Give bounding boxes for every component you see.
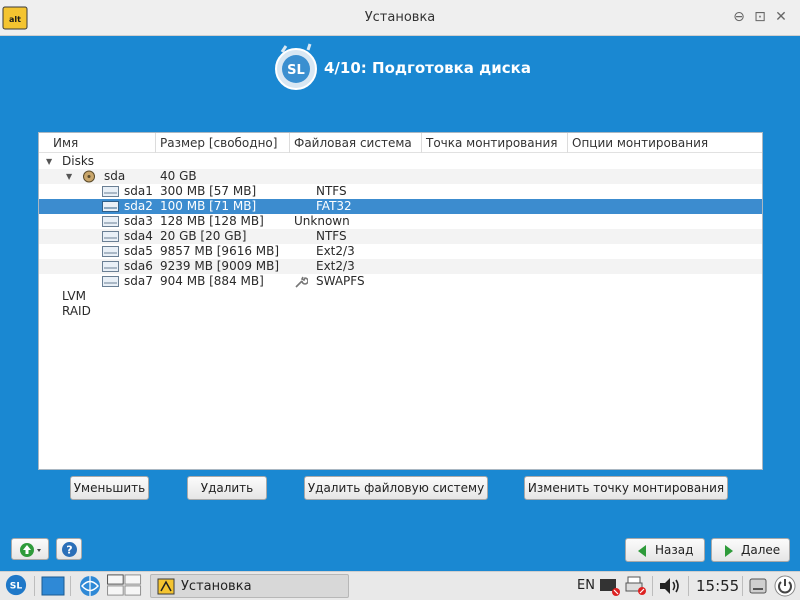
tree-row-lvm[interactable]: LVM [39,289,762,304]
partition-row[interactable]: sda4 20 GB [20 GB] NTFS [39,229,762,244]
partition-fs: Ext2/3 [316,259,355,273]
partition-icon [102,246,119,257]
next-label: Далее [741,543,781,557]
partition-fs: Unknown [294,214,350,228]
partition-name: sda3 [124,214,153,228]
simply-linux-logo: SL [275,43,317,90]
partition-icon [102,261,119,272]
arrow-left-icon [638,545,646,557]
partition-icon [102,186,119,197]
arrow-right-icon [725,545,733,557]
partition-size: 20 GB [20 GB] [160,229,247,243]
partition-row[interactable]: sda6 9239 MB [9009 MB] Ext2/3 [39,259,762,274]
start-logo-text: SL [10,581,23,592]
partition-name: sda7 [124,274,153,288]
separator [34,576,35,596]
browser-icon[interactable] [78,575,102,597]
partition-name: sda1 [124,184,153,198]
partition-table: Имя Размер [свободно] Файловая система Т… [38,132,763,470]
keyboard-layout-indicator[interactable]: EN [577,578,595,593]
back-button[interactable]: Назад [625,538,705,562]
volume-icon[interactable] [657,575,683,597]
partition-size: 9239 MB [9009 MB] [160,259,280,273]
partition-icon [102,231,119,242]
workspace-switcher-icon[interactable] [105,574,145,596]
taskbar: SL Установка EN 15:55 [0,571,800,600]
partition-size: 904 MB [884 MB] [160,274,264,288]
delete-filesystem-button[interactable]: Удалить файловую систему [304,476,488,500]
tree-row-raid[interactable]: RAID [39,304,762,319]
step-logo-text: SL [287,63,305,78]
maximize-button[interactable]: ⊡ [751,8,769,26]
column-mountpoint[interactable]: Точка монтирования [422,133,568,153]
separator [70,576,71,596]
partition-fs: NTFS [316,184,347,198]
partition-name: sda6 [124,259,153,273]
partition-name: sda4 [124,229,153,243]
help-icon: ? [62,542,77,557]
partition-row[interactable]: sda5 9857 MB [9616 MB] Ext2/3 [39,244,762,259]
window-titlebar: alt Установка ⊖ ⊡ ✕ [0,0,800,36]
shutdown-icon[interactable] [773,575,797,597]
show-desktop-icon[interactable] [41,575,65,597]
back-label: Назад [655,543,694,557]
partition-size: 128 MB [128 MB] [160,214,264,228]
expand-triangle-icon[interactable]: ▼ [66,169,72,184]
close-button[interactable]: ✕ [772,8,790,26]
start-menu-button[interactable]: SL [3,574,29,596]
step-title: 4/10: Подготовка диска [324,59,531,77]
separator [688,576,689,596]
storage-device-icon[interactable] [747,575,769,597]
partition-icon [102,216,119,227]
column-mount-options[interactable]: Опции монтирования [568,133,762,153]
change-mountpoint-button[interactable]: Изменить точку монтирования [524,476,728,500]
expand-triangle-icon[interactable]: ▼ [46,154,52,169]
clock[interactable]: 15:55 [696,577,739,595]
installer-app-icon [157,578,175,595]
partition-fs: NTFS [316,229,347,243]
shrink-button[interactable]: Уменьшить [70,476,149,500]
partition-row[interactable]: sda3 128 MB [128 MB] Unknown [39,214,762,229]
partition-name: sda5 [124,244,153,258]
partition-row[interactable]: sda7 904 MB [884 MB] SWAPFS [39,274,762,289]
tree-label: LVM [62,289,86,303]
taskbar-task-installer[interactable]: Установка [150,574,349,598]
partition-row[interactable]: sda1 300 MB [57 MB] NTFS [39,184,762,199]
partition-icon [102,201,119,212]
partition-row-selected[interactable]: sda2 100 MB [71 MB] FAT32 [39,199,762,214]
partition-name: sda2 [124,199,153,213]
partition-fs: Ext2/3 [316,244,355,258]
separator [742,576,743,596]
wrench-icon [295,276,308,288]
tree-row-sda[interactable]: ▼ sda 40 GB [39,169,762,184]
column-name[interactable]: Имя [39,133,156,153]
help-button[interactable]: ? [56,538,82,560]
partition-size: 300 MB [57 MB] [160,184,257,198]
partition-fs: SWAPFS [316,274,365,288]
disk-name: sda [104,169,126,183]
partition-size: 9857 MB [9616 MB] [160,244,280,258]
window-title: Установка [364,10,436,25]
task-label: Установка [181,579,252,594]
hard-disk-icon [83,170,95,183]
minimize-button[interactable]: ⊖ [730,8,748,26]
table-header: Имя Размер [свободно] Файловая система Т… [39,133,762,153]
disk-size: 40 GB [160,169,197,183]
printer-disabled-icon[interactable] [624,575,648,597]
network-disconnected-icon[interactable] [598,575,622,597]
tree-label: RAID [62,304,91,318]
tree-label: Disks [62,154,95,168]
help-icon-text: ? [66,544,72,557]
arrow-up-icon [20,543,41,557]
partition-fs: FAT32 [316,199,352,213]
next-button[interactable]: Далее [711,538,790,562]
delete-button[interactable]: Удалить [187,476,267,500]
partition-size: 100 MB [71 MB] [160,199,257,213]
up-dropdown-button[interactable] [11,538,49,560]
partition-icon [102,276,119,287]
separator [652,576,653,596]
tree-row-disks[interactable]: ▼ Disks [39,154,762,169]
column-filesystem[interactable]: Файловая система [290,133,422,153]
column-size[interactable]: Размер [свободно] [156,133,290,153]
